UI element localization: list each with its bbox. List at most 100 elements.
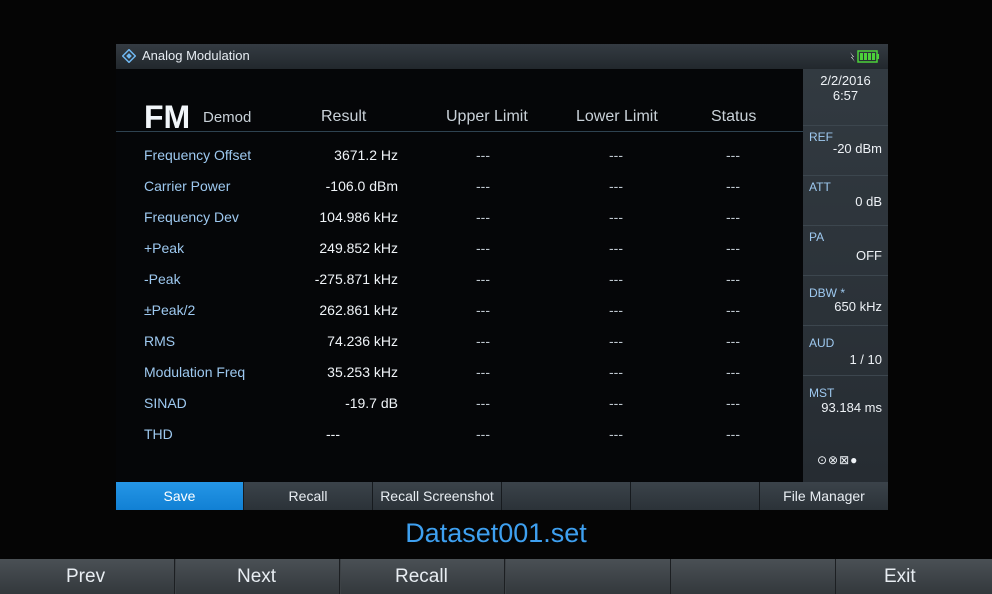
demod-mode-label[interactable]: FM xyxy=(144,101,190,133)
attenuation-setting[interactable]: ATT 0 dB xyxy=(803,175,888,226)
column-lower-limit: Lower Limit xyxy=(576,108,658,125)
row-label: ±Peak/2 xyxy=(144,302,196,318)
result-value: 3671.2 Hz xyxy=(334,147,398,163)
status-value: --- xyxy=(726,395,740,411)
ref-label: REF xyxy=(809,130,833,144)
recall-softkey[interactable]: Recall xyxy=(244,482,373,510)
table-row[interactable]: RMS 74.236 kHz --- --- --- xyxy=(116,333,803,363)
att-value: 0 dB xyxy=(855,194,882,209)
lower-limit-value: --- xyxy=(609,333,623,349)
table-row[interactable]: ±Peak/2 262.861 kHz --- --- --- xyxy=(116,302,803,332)
mode-title: Analog Modulation xyxy=(142,48,250,63)
lower-limit-value: --- xyxy=(609,240,623,256)
row-label: -Peak xyxy=(144,271,181,287)
status-value: --- xyxy=(726,240,740,256)
upper-limit-value: --- xyxy=(476,178,490,194)
empty-key-5[interactable] xyxy=(671,559,836,594)
row-label: Carrier Power xyxy=(144,178,231,194)
ref-level-setting[interactable]: REF -20 dBm xyxy=(803,125,888,176)
date-text: 2/2/2016 xyxy=(820,73,871,88)
analog-modulation-icon xyxy=(122,49,136,63)
row-label: +Peak xyxy=(144,240,185,256)
pa-label: PA xyxy=(809,230,825,244)
lower-limit-value: --- xyxy=(609,271,623,287)
table-row[interactable]: SINAD -19.7 dB --- --- --- xyxy=(116,395,803,425)
table-row[interactable]: -Peak -275.871 kHz --- --- --- xyxy=(116,271,803,301)
result-value: -19.7 dB xyxy=(345,395,398,411)
settings-panel: 2/2/2016 6:57 REF -20 dBm ATT 0 dB PA OF… xyxy=(803,69,888,482)
status-value: --- xyxy=(726,302,740,318)
status-value: --- xyxy=(726,209,740,225)
table-row[interactable]: THD --- --- --- --- xyxy=(116,426,803,456)
status-value: --- xyxy=(726,178,740,194)
table-row[interactable]: +Peak 249.852 kHz --- --- --- xyxy=(116,240,803,270)
prev-key[interactable]: Prev xyxy=(0,559,175,594)
result-value: -275.871 kHz xyxy=(314,271,398,287)
row-label: Modulation Freq xyxy=(144,364,246,380)
dbw-label: DBW * xyxy=(809,286,845,300)
result-value: -106.0 dBm xyxy=(325,178,398,194)
function-key-bar: Prev Next Recall Exit xyxy=(0,559,992,594)
lower-limit-value: --- xyxy=(609,178,623,194)
battery-charging-icon xyxy=(850,50,879,63)
mst-label: MST xyxy=(809,386,835,400)
column-status: Status xyxy=(711,108,757,125)
recall-key[interactable]: Recall xyxy=(341,559,505,594)
upper-limit-value: --- xyxy=(476,147,490,163)
exit-key[interactable]: Exit xyxy=(836,559,992,594)
empty-key-4[interactable] xyxy=(506,559,671,594)
next-key[interactable]: Next xyxy=(176,559,340,594)
demod-label: Demod xyxy=(203,109,252,126)
result-value: 74.236 kHz xyxy=(327,333,398,349)
row-label: SINAD xyxy=(144,395,187,411)
result-value: 249.852 kHz xyxy=(319,240,398,256)
upper-limit-value: --- xyxy=(476,364,490,380)
lower-limit-value: --- xyxy=(609,302,623,318)
lower-limit-value: --- xyxy=(609,426,623,442)
audio-setting[interactable]: AUD 1 / 10 xyxy=(803,325,888,376)
results-table: FM Demod Result Upper Limit Lower Limit … xyxy=(116,69,803,482)
result-value: --- xyxy=(326,426,340,442)
upper-limit-value: --- xyxy=(476,426,490,442)
result-value: 262.861 kHz xyxy=(319,302,398,318)
empty-softkey-5[interactable] xyxy=(631,482,760,510)
result-value: 35.253 kHz xyxy=(327,364,398,380)
row-label: THD xyxy=(144,426,173,442)
upper-limit-value: --- xyxy=(476,333,490,349)
save-softkey[interactable]: Save xyxy=(116,482,244,510)
upper-limit-value: --- xyxy=(476,209,490,225)
measurement-time-setting[interactable]: MST 93.184 ms xyxy=(803,375,888,426)
table-row[interactable]: Frequency Offset 3671.2 Hz --- --- --- xyxy=(116,147,803,177)
lower-limit-value: --- xyxy=(609,147,623,163)
status-value: --- xyxy=(726,364,740,380)
lower-limit-value: --- xyxy=(609,364,623,380)
row-label: RMS xyxy=(144,333,176,349)
upper-limit-value: --- xyxy=(476,240,490,256)
lower-limit-value: --- xyxy=(609,395,623,411)
demod-bandwidth-setting[interactable]: DBW * 650 kHz xyxy=(803,275,888,326)
softkey-bar: Save Recall Recall Screenshot File Manag… xyxy=(116,482,888,510)
dbw-value: 650 kHz xyxy=(834,299,882,314)
pa-value: OFF xyxy=(856,248,882,263)
lower-limit-value: --- xyxy=(609,209,623,225)
status-value: --- xyxy=(726,426,740,442)
empty-softkey-4[interactable] xyxy=(502,482,631,510)
row-label: Frequency Dev xyxy=(144,209,239,225)
preamp-setting[interactable]: PA OFF xyxy=(803,225,888,276)
table-row[interactable]: Modulation Freq 35.253 kHz --- --- --- xyxy=(116,364,803,394)
upper-limit-value: --- xyxy=(476,302,490,318)
table-row[interactable]: Carrier Power -106.0 dBm --- --- --- xyxy=(116,178,803,208)
table-header: FM Demod Result Upper Limit Lower Limit … xyxy=(116,69,803,133)
status-value: --- xyxy=(726,271,740,287)
file-manager-softkey[interactable]: File Manager xyxy=(760,482,888,510)
recall-screenshot-softkey[interactable]: Recall Screenshot xyxy=(373,482,502,510)
aud-value: 1 / 10 xyxy=(849,352,882,367)
status-value: --- xyxy=(726,333,740,349)
instrument-screen: Analog Modulation FM Demod Result Upper … xyxy=(0,0,992,594)
aud-label: AUD xyxy=(809,336,835,350)
table-row[interactable]: Frequency Dev 104.986 kHz --- --- --- xyxy=(116,209,803,239)
result-value: 104.986 kHz xyxy=(319,209,398,225)
time-text: 6:57 xyxy=(832,88,859,103)
column-result: Result xyxy=(321,108,367,125)
column-upper-limit: Upper Limit xyxy=(446,108,528,125)
